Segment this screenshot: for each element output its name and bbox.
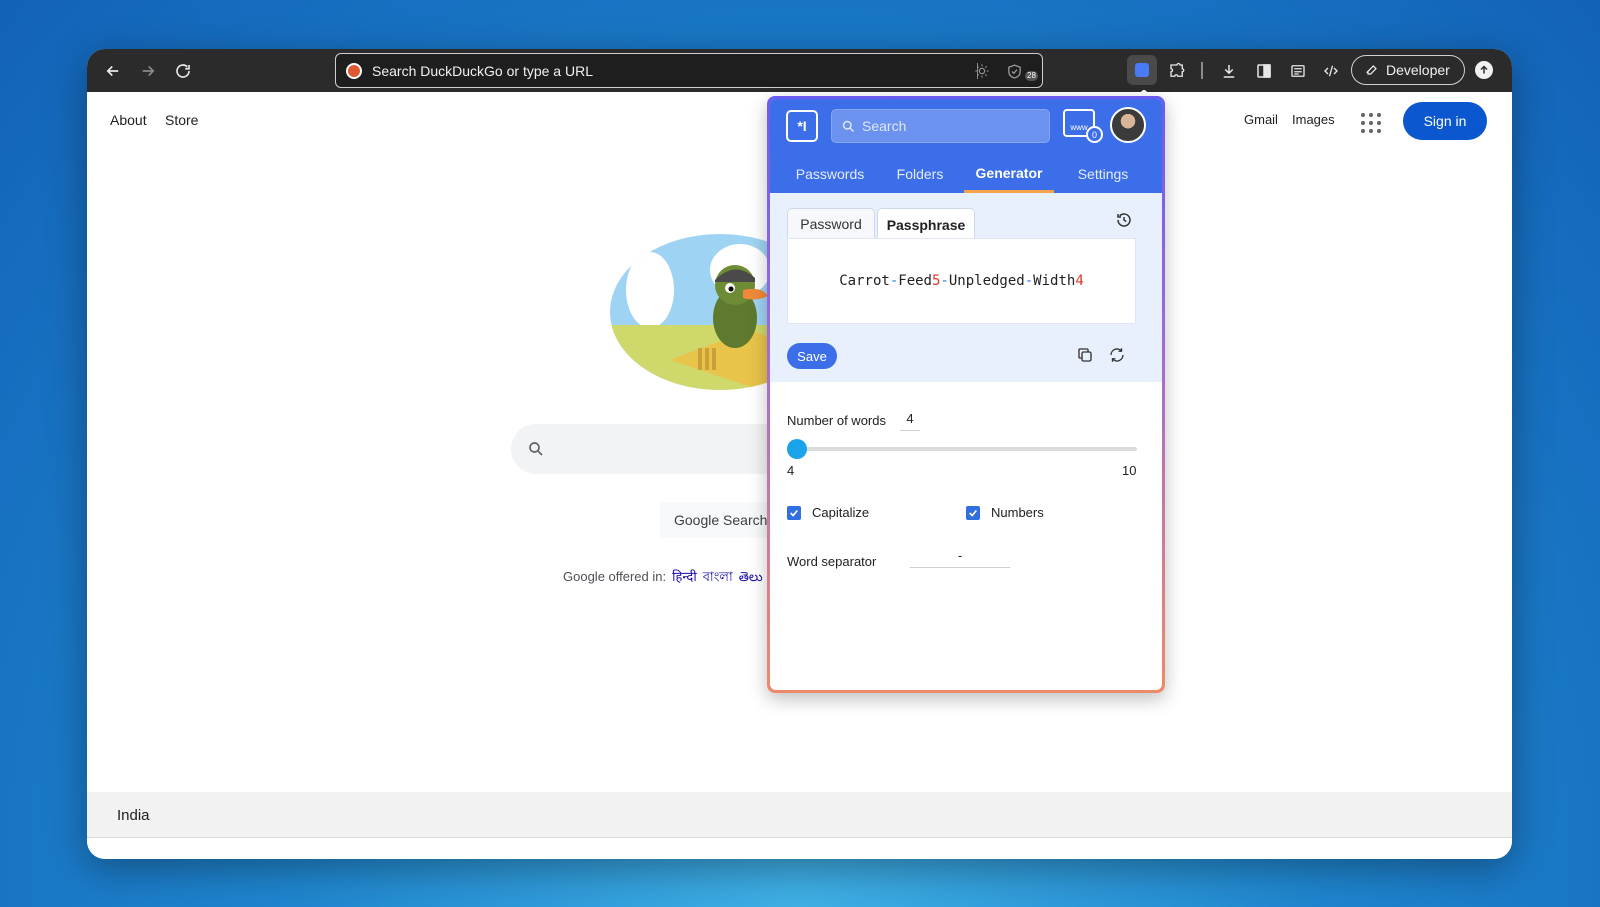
about-link[interactable]: About — [110, 112, 147, 128]
language-offer: Google offered in: हिन्दी বাংলা తెలు — [563, 567, 763, 589]
phrase-word: Feed — [898, 273, 932, 289]
puzzle-icon[interactable] — [1163, 57, 1191, 85]
phrase-number: 4 — [1075, 273, 1084, 289]
offered-in-label: Google offered in: — [563, 569, 667, 584]
numbers-label: Numbers — [991, 505, 1044, 520]
popup-search-field[interactable] — [831, 109, 1050, 143]
browser-toolbar: Search DuckDuckGo or type a URL 28 Devel… — [87, 49, 1512, 92]
developer-tools-icon — [1366, 65, 1377, 75]
subtab-passphrase[interactable]: Passphrase — [877, 208, 975, 240]
generated-passphrase[interactable]: Carrot - Feed 5- Unpledged - Width 4 — [787, 238, 1136, 324]
password-manager-logo-icon[interactable]: *I — [786, 110, 818, 142]
phrase-separator: - — [1024, 273, 1034, 289]
gmail-link[interactable]: Gmail — [1244, 112, 1278, 127]
numbers-checkbox[interactable] — [966, 506, 980, 520]
tab-generator[interactable]: Generator — [964, 155, 1054, 193]
avatar[interactable] — [1110, 107, 1146, 143]
download-icon[interactable] — [1215, 57, 1243, 85]
search-icon — [529, 442, 543, 456]
tab-folders[interactable]: Folders — [882, 155, 958, 193]
code-icon[interactable] — [1317, 57, 1345, 85]
words-slider-handle[interactable] — [787, 439, 807, 459]
regenerate-icon[interactable] — [1108, 346, 1126, 364]
address-bar-text: Search DuckDuckGo or type a URL — [372, 63, 593, 79]
google-search-box[interactable] — [511, 424, 811, 474]
tab-passwords[interactable]: Passwords — [784, 155, 876, 193]
phrase-separator: - — [940, 273, 949, 289]
word-separator-input[interactable]: - — [910, 548, 1010, 568]
developer-label: Developer — [1386, 62, 1450, 78]
sidebar-icon[interactable] — [1250, 57, 1278, 85]
words-slider-track[interactable] — [797, 447, 1137, 451]
password-generator-popup: *I www 0 Passwords Folders Generator Set… — [767, 96, 1165, 693]
update-icon[interactable] — [1475, 61, 1493, 79]
popup-search-input[interactable] — [862, 116, 1042, 136]
capitalize-label: Capitalize — [812, 505, 870, 520]
slider-min-label: 4 — [787, 463, 795, 478]
site-count-badge: 0 — [1086, 126, 1103, 143]
copy-icon[interactable] — [1076, 346, 1094, 364]
subtab-password[interactable]: Password — [787, 208, 875, 239]
phrase-word: Width — [1033, 273, 1076, 289]
phrase-word: Carrot — [839, 273, 890, 289]
www-label: www — [1070, 123, 1088, 132]
duckduckgo-logo-icon — [346, 63, 362, 79]
language-link-bangla[interactable]: বাংলা — [703, 569, 733, 584]
sign-in-button[interactable]: Sign in — [1403, 102, 1487, 140]
popup-tabs: Passwords Folders Generator Settings — [770, 155, 1162, 193]
brightness-icon[interactable] — [972, 61, 992, 81]
popup-header: *I www 0 Passwords Folders Generator Set… — [770, 99, 1162, 193]
reload-icon[interactable] — [169, 57, 197, 85]
phrase-number: 5 — [931, 273, 941, 289]
number-of-words-label: Number of words — [787, 413, 886, 428]
address-bar[interactable]: Search DuckDuckGo or type a URL 28 — [335, 53, 1043, 88]
language-link-hindi[interactable]: हिन्दी — [672, 569, 697, 584]
google-apps-icon[interactable] — [1361, 113, 1381, 133]
forward-arrow-icon[interactable] — [134, 57, 162, 85]
save-button[interactable]: Save — [787, 343, 837, 369]
toolbar-divider — [1201, 62, 1203, 79]
number-of-words-input[interactable]: 4 — [900, 411, 920, 431]
generator-panel: Password Passphrase Carrot - Feed 5- Unpledg… — [770, 193, 1162, 382]
tab-settings[interactable]: Settings — [1060, 155, 1146, 193]
word-separator-label: Word separator — [787, 554, 877, 569]
password-manager-extension-button[interactable] — [1127, 55, 1157, 85]
back-arrow-icon[interactable] — [99, 57, 127, 85]
footer-country: India — [117, 807, 150, 824]
images-link[interactable]: Images — [1292, 112, 1335, 127]
shield-icon[interactable] — [1004, 61, 1024, 81]
extension-logo-icon — [1135, 63, 1149, 77]
capitalize-checkbox[interactable] — [787, 506, 801, 520]
phrase-separator: - — [889, 273, 899, 289]
checkmark-icon — [969, 509, 977, 517]
shield-badge: 28 — [1025, 71, 1038, 81]
developer-profile-button[interactable]: Developer — [1351, 55, 1465, 85]
news-icon[interactable] — [1284, 57, 1312, 85]
search-icon — [842, 120, 855, 133]
history-icon[interactable] — [1115, 211, 1133, 229]
phrase-word: Unpledged — [948, 273, 1025, 289]
store-link[interactable]: Store — [165, 112, 198, 128]
checkmark-icon — [790, 509, 798, 517]
slider-max-label: 10 — [1122, 463, 1137, 478]
google-footer: India — [87, 792, 1512, 838]
language-link-telugu[interactable]: తెలు — [739, 569, 763, 584]
